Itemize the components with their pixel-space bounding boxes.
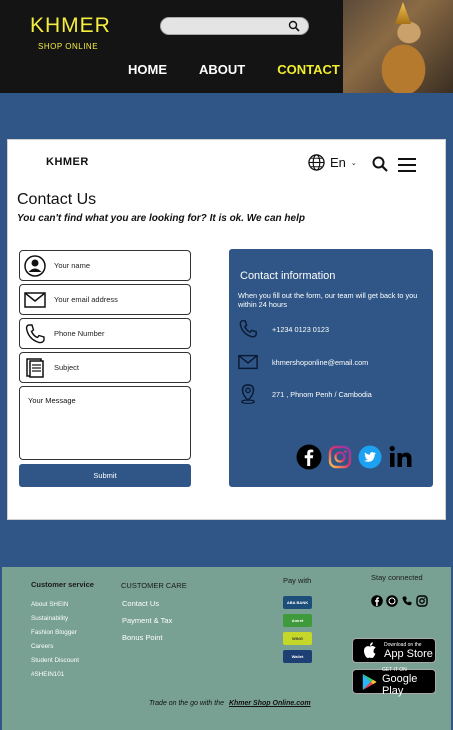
footer-link-contact-us[interactable]: Contact Us [122, 599, 159, 608]
instagram-icon[interactable] [328, 445, 352, 469]
contact-phone[interactable]: +1234 0123 0123 [272, 325, 329, 334]
footer-link-fashion-blogger[interactable]: Fashion Blogger [31, 629, 77, 636]
envelope-icon [238, 354, 258, 370]
trade-prefix: Trade on the go with the [149, 700, 224, 707]
contact-info-panel: Contact information When you fill out th… [229, 249, 433, 487]
stay-connected-title: Stay connected [371, 573, 423, 582]
header-search-input[interactable] [160, 17, 309, 35]
contact-email[interactable]: khmershoponline@email.com [272, 358, 368, 367]
contact-address: 271 , Phnom Penh / Cambodia [272, 389, 372, 399]
search-icon[interactable] [372, 156, 388, 172]
facebook-icon[interactable] [296, 444, 322, 470]
submit-button[interactable]: Submit [19, 464, 191, 487]
contact-card: KHMER En ⌄ Contact Us You can't find wha… [7, 139, 446, 520]
main-nav: HOME ABOUT CONTACT [128, 62, 340, 77]
location-pin-icon [241, 384, 255, 404]
phone-icon [239, 320, 257, 338]
subject-field[interactable]: Subject [19, 352, 191, 383]
menu-icon[interactable] [398, 158, 416, 176]
phone-field[interactable]: Phone Number [19, 318, 191, 349]
email-field[interactable]: Your email address [19, 284, 191, 315]
site-footer: Customer service About SHEIN Sustainabil… [2, 567, 451, 730]
name-placeholder: Your name [54, 261, 90, 270]
language-label: En [330, 155, 346, 170]
site-header: KHMER SHOP ONLINE HOME ABOUT CONTACT [0, 0, 453, 93]
contact-info-description: When you fill out the form, our team wil… [238, 291, 418, 309]
message-placeholder: Your Message [28, 396, 76, 405]
chevron-down-icon: ⌄ [350, 159, 357, 167]
user-icon [24, 255, 46, 277]
customer-care-title: CUSTOMER CARE [121, 581, 187, 590]
messenger-icon[interactable] [386, 595, 398, 607]
wallet-logo: Wallet [283, 650, 312, 663]
footer-link-about[interactable]: About SHEIN [31, 601, 68, 608]
pay-with-title: Pay with [283, 576, 312, 585]
footer-link-sustainability[interactable]: Sustainability [31, 615, 68, 622]
footer-link-shein101[interactable]: #SHEIN101 [31, 671, 64, 678]
document-icon [26, 358, 44, 378]
subject-placeholder: Subject [54, 363, 80, 372]
facebook-icon[interactable] [371, 595, 383, 607]
contact-info-title: Contact information [240, 270, 336, 282]
phone-placeholder: Phone Number [54, 329, 105, 338]
message-textarea[interactable]: Your Message [19, 386, 191, 460]
footer-link-bonus-point[interactable]: Bonus Point [122, 633, 162, 642]
social-links [296, 444, 414, 470]
viber-icon[interactable] [401, 595, 413, 607]
contact-phone-row: +1234 0123 0123 [238, 319, 329, 339]
wing-logo: WING [283, 632, 312, 645]
brand-name: KHMER [30, 14, 111, 37]
email-placeholder: Your email address [54, 295, 118, 304]
google-play-icon [362, 673, 377, 690]
contact-email-row: khmershoponline@email.com [238, 352, 368, 372]
linkedin-icon[interactable] [388, 444, 414, 470]
header-dancer-image [343, 0, 453, 93]
phone-icon [25, 324, 45, 344]
card-topbar: KHMER En ⌄ [8, 140, 445, 186]
nav-about[interactable]: ABOUT [199, 62, 245, 77]
brand-subtitle: SHOP ONLINE [38, 42, 99, 51]
language-selector[interactable]: En ⌄ [308, 154, 357, 171]
contact-address-row: 271 , Phnom Penh / Cambodia [238, 384, 372, 404]
footer-link-student-discount[interactable]: Student Discount [31, 657, 79, 664]
google-play-big: Google Play [381, 672, 418, 697]
brand-logo[interactable]: KHMER SHOP ONLINE [30, 14, 111, 51]
globe-icon [308, 154, 325, 171]
page-subtitle: You can't find what you are looking for?… [17, 213, 305, 224]
apple-icon [363, 641, 376, 658]
google-play-button[interactable]: GET IT ON Google Play [352, 667, 436, 697]
card-logo[interactable]: KHMER [46, 156, 89, 168]
envelope-icon [24, 292, 46, 308]
footer-social-icons [371, 595, 428, 607]
trade-tagline: Trade on the go with the Khmer Shop Onli… [149, 700, 311, 707]
name-field[interactable]: Your name [19, 250, 191, 281]
page-title: Contact Us [17, 191, 97, 208]
nav-home[interactable]: HOME [128, 62, 167, 77]
footer-link-careers[interactable]: Careers [31, 643, 53, 650]
instagram-icon[interactable] [416, 595, 428, 607]
twitter-icon[interactable] [358, 445, 382, 469]
app-store-button[interactable]: Download on the App Store [352, 638, 436, 663]
aba-bank-logo: ABA BANK [283, 596, 312, 609]
nav-contact[interactable]: CONTACT [277, 62, 340, 77]
trade-link[interactable]: Khmer Shop Online.com [229, 700, 311, 707]
search-icon[interactable] [288, 20, 300, 32]
footer-link-payment-tax[interactable]: Payment & Tax [122, 616, 172, 625]
customer-service-title: Customer service [31, 580, 94, 589]
app-store-big: App Store [384, 647, 433, 660]
amret-logo: Amret [283, 614, 312, 627]
